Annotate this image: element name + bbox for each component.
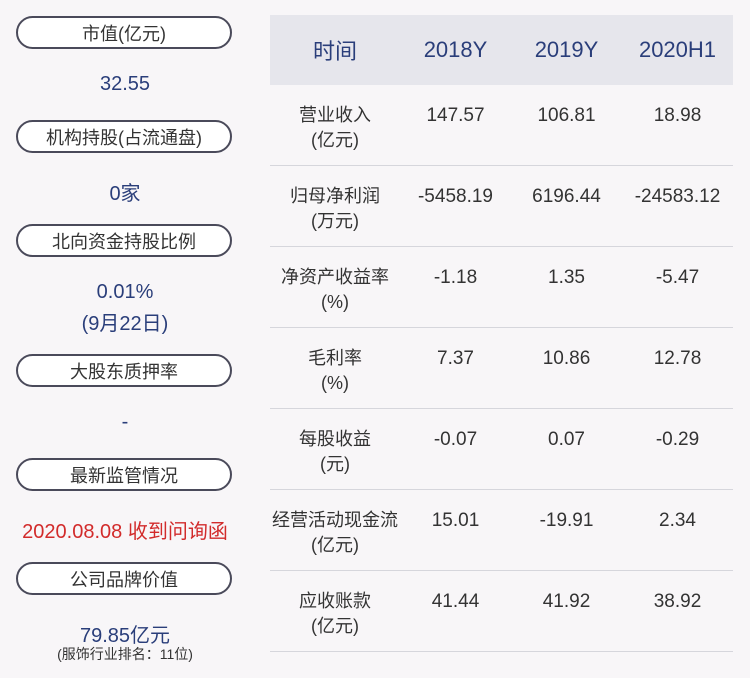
row-label: 毛利率 (%) bbox=[308, 348, 362, 393]
pledge-rate-label: 大股东质押率 bbox=[16, 354, 232, 387]
row-label: 归母净利润 (万元) bbox=[290, 186, 380, 231]
cell-value: 147.57 bbox=[426, 105, 485, 126]
table-row: 营业收入 (亿元) 147.57 106.81 18.98 bbox=[270, 85, 733, 166]
cell-value: -1.18 bbox=[433, 267, 478, 288]
table-row: 每股收益 (元) -0.07 0.07 -0.29 bbox=[270, 409, 733, 490]
header-2019: 2019Y bbox=[534, 37, 599, 62]
cell-value: -19.91 bbox=[539, 510, 594, 531]
cell-value: 18.98 bbox=[653, 105, 702, 126]
cell-value: 12.78 bbox=[653, 348, 702, 369]
cell-value: 10.86 bbox=[542, 348, 591, 369]
row-label: 净资产收益率 (%) bbox=[281, 267, 389, 312]
cell-value: 15.01 bbox=[431, 510, 480, 531]
header-2018: 2018Y bbox=[423, 37, 488, 62]
table-row: 毛利率 (%) 7.37 10.86 12.78 bbox=[270, 328, 733, 409]
cell-value: -5.47 bbox=[655, 267, 700, 288]
cell-value: 38.92 bbox=[653, 591, 702, 612]
market-cap-value: 32.55 bbox=[99, 73, 151, 95]
cell-value: 41.92 bbox=[542, 591, 591, 612]
row-label: 应收账款 (亿元) bbox=[299, 591, 371, 636]
cell-value: -24583.12 bbox=[634, 186, 721, 207]
cell-value: 2.34 bbox=[659, 510, 696, 531]
institution-holding-label: 机构持股(占流通盘) bbox=[16, 120, 232, 153]
cell-value: 7.37 bbox=[437, 348, 474, 369]
cell-value: 106.81 bbox=[537, 105, 596, 126]
northbound-ratio-value: 0.01% bbox=[96, 281, 154, 303]
regulation-value: 2020.08.08 收到问询函 bbox=[22, 521, 228, 543]
table-row: 应收账款 (亿元) 41.44 41.92 38.92 bbox=[270, 571, 733, 652]
market-cap-label: 市值(亿元) bbox=[16, 16, 232, 49]
header-2020h1: 2020H1 bbox=[638, 37, 717, 62]
header-time: 时间 bbox=[312, 39, 357, 64]
row-label: 经营活动现金流 (亿元) bbox=[272, 510, 398, 555]
pledge-rate-value: - bbox=[121, 411, 129, 433]
table-row: 净资产收益率 (%) -1.18 1.35 -5.47 bbox=[270, 247, 733, 328]
institution-holding-value: 0家 bbox=[109, 183, 141, 205]
regulation-label: 最新监管情况 bbox=[16, 458, 232, 491]
cell-value: -0.07 bbox=[433, 429, 478, 450]
financial-table: 时间 2018Y 2019Y 2020H1 营业收入 (亿元) 147.57 10… bbox=[270, 15, 733, 652]
northbound-ratio-label: 北向资金持股比例 bbox=[16, 224, 232, 257]
table-row: 经营活动现金流 (亿元) 15.01 -19.91 2.34 bbox=[270, 490, 733, 571]
table-header: 时间 2018Y 2019Y 2020H1 bbox=[270, 15, 733, 85]
cell-value: 1.35 bbox=[548, 267, 585, 288]
northbound-ratio-date: (9月22日) bbox=[81, 313, 169, 335]
cell-value: -5458.19 bbox=[417, 186, 493, 207]
cell-value: 41.44 bbox=[431, 591, 480, 612]
row-label: 每股收益 (元) bbox=[299, 429, 371, 474]
cell-value: 0.07 bbox=[548, 429, 585, 450]
brand-value-label: 公司品牌价值 bbox=[16, 562, 232, 595]
cell-value: -0.29 bbox=[655, 429, 700, 450]
cell-value: 6196.44 bbox=[532, 186, 601, 207]
table-row: 归母净利润 (万元) -5458.19 6196.44 -24583.12 bbox=[270, 166, 733, 247]
brand-rank-note: (服饰行业排名：11位) bbox=[57, 646, 193, 662]
left-panel: 市值(亿元) 32.55 机构持股(占流通盘) 0家 北向资金持股比例 0.01… bbox=[0, 0, 250, 678]
row-label: 营业收入 (亿元) bbox=[299, 105, 371, 150]
